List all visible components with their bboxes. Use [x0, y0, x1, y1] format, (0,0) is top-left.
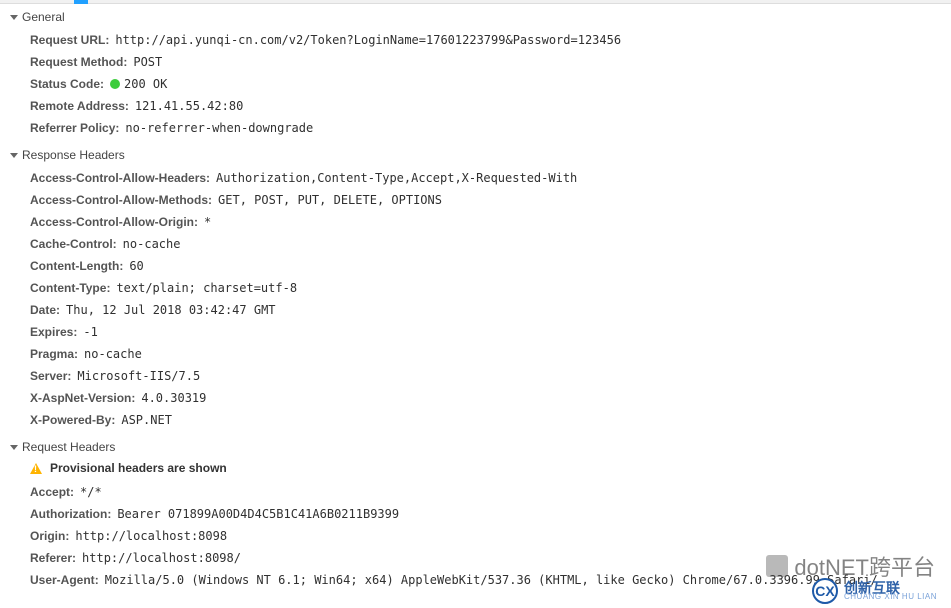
value-referrer-policy: no-referrer-when-downgrade — [125, 119, 313, 137]
row-cache-control: Cache-Control no-cache — [30, 233, 951, 255]
label: Content-Length — [30, 257, 123, 275]
value-status-code: 200 OK — [110, 75, 167, 93]
value: 60 — [129, 257, 143, 275]
label: Date — [30, 301, 60, 319]
label: Cache-Control — [30, 235, 117, 253]
label: X-Powered-By — [30, 411, 115, 429]
section-title-request-headers: Request Headers — [22, 440, 115, 454]
section-body-general: Request URL http://api.yunqi-cn.com/v2/T… — [0, 27, 951, 145]
section-toggle-response-headers[interactable]: Response Headers — [0, 145, 951, 165]
row-acam: Access-Control-Allow-Methods GET, POST, P… — [30, 189, 951, 211]
row-request-url: Request URL http://api.yunqi-cn.com/v2/T… — [30, 29, 951, 51]
label: Access-Control-Allow-Headers — [30, 169, 210, 187]
section-body-response-headers: Access-Control-Allow-Headers Authorizatio… — [0, 165, 951, 437]
value: Mozilla/5.0 (Windows NT 6.1; Win64; x64)… — [105, 571, 878, 589]
row-date: Date Thu, 12 Jul 2018 03:42:47 GMT — [30, 299, 951, 321]
value: text/plain; charset=utf-8 — [116, 279, 297, 297]
section-toggle-request-headers[interactable]: Request Headers — [0, 437, 951, 457]
row-user-agent: User-Agent Mozilla/5.0 (Windows NT 6.1; W… — [30, 569, 951, 591]
row-expires: Expires -1 — [30, 321, 951, 343]
row-x-aspnet-version: X-AspNet-Version 4.0.30319 — [30, 387, 951, 409]
label-remote-address: Remote Address — [30, 97, 129, 115]
value: 4.0.30319 — [141, 389, 206, 407]
row-acao: Access-Control-Allow-Origin * — [30, 211, 951, 233]
warning-text: Provisional headers are shown — [50, 461, 227, 475]
row-pragma: Pragma no-cache — [30, 343, 951, 365]
label: Access-Control-Allow-Origin — [30, 213, 198, 231]
value: ASP.NET — [121, 411, 172, 429]
row-x-powered-by: X-Powered-By ASP.NET — [30, 409, 951, 431]
value: */* — [80, 483, 102, 501]
chevron-down-icon — [10, 153, 18, 158]
row-request-method: Request Method POST — [30, 51, 951, 73]
active-tab-indicator — [74, 0, 88, 4]
chevron-down-icon — [10, 445, 18, 450]
row-referer: Referer http://localhost:8098/ — [30, 547, 951, 569]
value: -1 — [83, 323, 97, 341]
chevron-down-icon — [10, 15, 18, 20]
row-server: Server Microsoft-IIS/7.5 — [30, 365, 951, 387]
row-acah: Access-Control-Allow-Headers Authorizatio… — [30, 167, 951, 189]
value: http://localhost:8098 — [75, 527, 227, 545]
section-body-request-headers: Provisional headers are shown Accept*/* … — [0, 457, 951, 597]
value-request-method: POST — [133, 53, 162, 71]
warning-icon — [30, 463, 42, 474]
label: User-Agent — [30, 571, 99, 589]
value: no-cache — [123, 235, 181, 253]
label-request-method: Request Method — [30, 53, 127, 71]
row-referrer-policy: Referrer Policy no-referrer-when-downgra… — [30, 117, 951, 139]
label-referrer-policy: Referrer Policy — [30, 119, 119, 137]
value: GET, POST, PUT, DELETE, OPTIONS — [218, 191, 442, 209]
label-status-code: Status Code — [30, 75, 104, 93]
row-accept: Accept */* — [30, 481, 951, 503]
row-authorization: Authorization Bearer 071899A00D4D4C5B1C41… — [30, 503, 951, 525]
value-remote-address: 121.41.55.42:80 — [135, 97, 243, 115]
label: Pragma — [30, 345, 78, 363]
label-request-url: Request URL — [30, 31, 109, 49]
label: Expires — [30, 323, 77, 341]
value: Bearer 071899A00D4D4C5B1C41A6B0211B9399 — [117, 505, 399, 523]
label: X-AspNet-Version — [30, 389, 135, 407]
value: Microsoft-IIS/7.5 — [77, 367, 200, 385]
row-origin: Origin http://localhost:8098 — [30, 525, 951, 547]
row-content-length: Content-Length 60 — [30, 255, 951, 277]
section-title-response-headers: Response Headers — [22, 148, 125, 162]
section-title-general: General — [22, 10, 65, 24]
label: Content-Type — [30, 279, 110, 297]
label: Referer — [30, 549, 76, 567]
status-code-text: 200 OK — [124, 77, 167, 91]
label: Accept — [30, 483, 74, 501]
label: Origin — [30, 527, 69, 545]
value: Authorization,Content-Type,Accept,X-Requ… — [216, 169, 577, 187]
value-request-url: http://api.yunqi-cn.com/v2/Token?LoginNa… — [115, 31, 621, 49]
headers-panel: General Request URL http://api.yunqi-cn.… — [0, 4, 951, 603]
value: Thu, 12 Jul 2018 03:42:47 GMT — [66, 301, 276, 319]
provisional-headers-warning: Provisional headers are shown — [30, 459, 951, 481]
label: Authorization — [30, 505, 111, 523]
devtools-tab-strip — [0, 0, 951, 4]
value: http://localhost:8098/ — [82, 549, 241, 567]
status-ok-icon — [110, 79, 120, 89]
row-status-code: Status Code 200 OK — [30, 73, 951, 95]
row-remote-address: Remote Address 121.41.55.42:80 — [30, 95, 951, 117]
row-content-type: Content-Type text/plain; charset=utf-8 — [30, 277, 951, 299]
label: Access-Control-Allow-Methods — [30, 191, 212, 209]
section-toggle-general[interactable]: General — [0, 4, 951, 27]
value: * — [204, 213, 211, 231]
label: Server — [30, 367, 71, 385]
value: no-cache — [84, 345, 142, 363]
